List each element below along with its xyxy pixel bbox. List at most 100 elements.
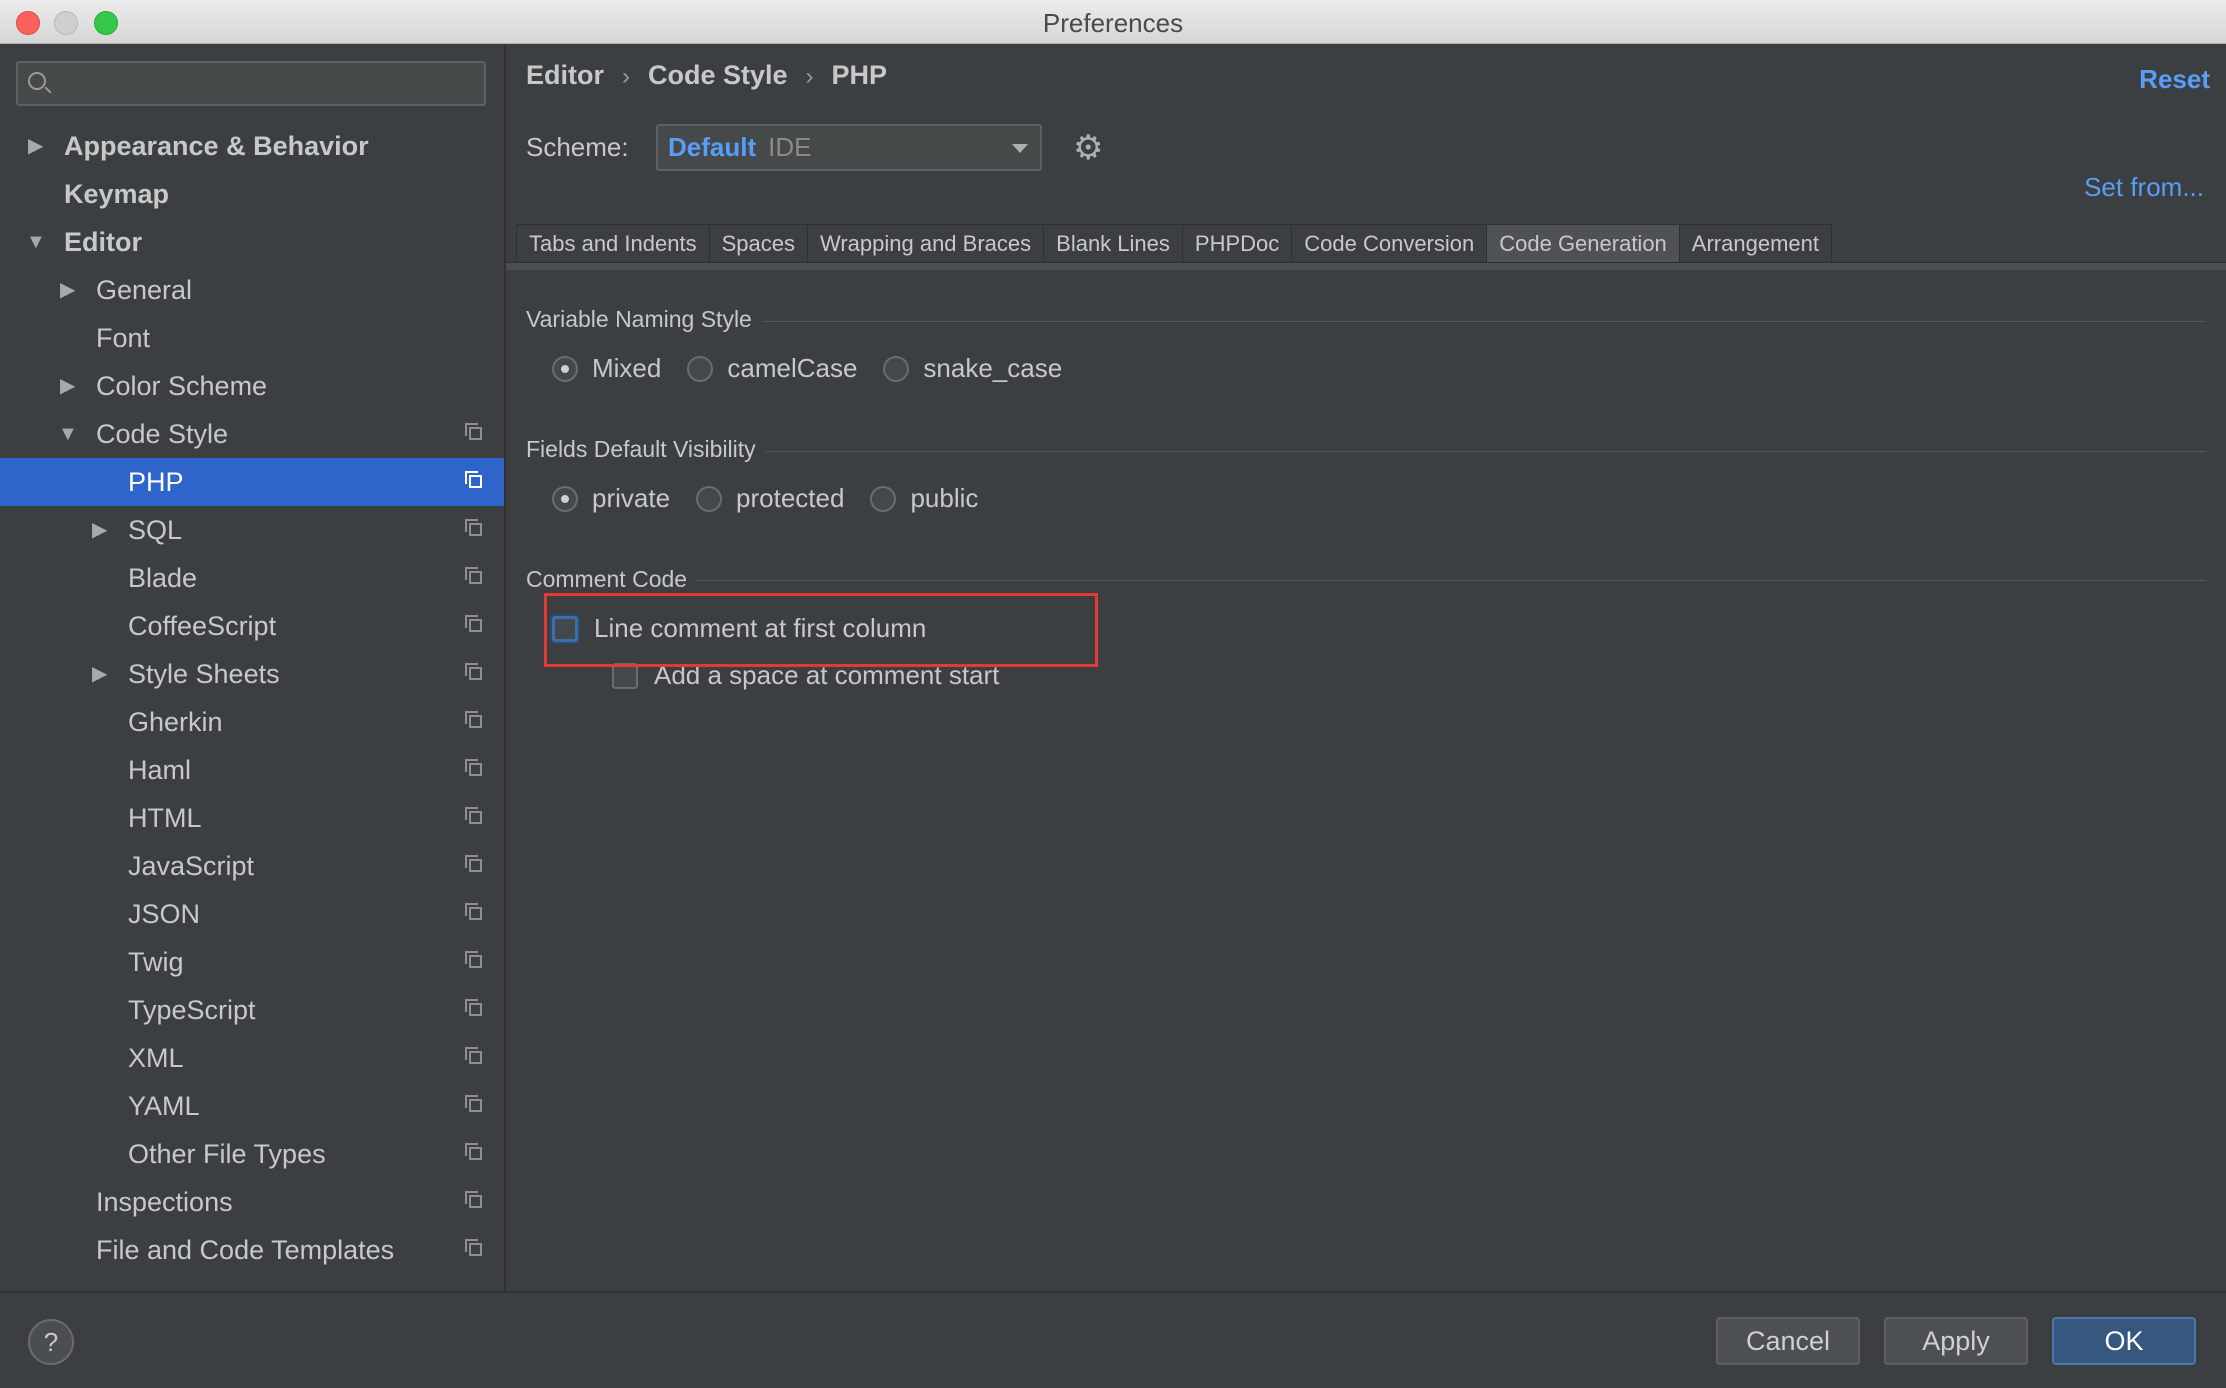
project-scope-icon	[465, 1143, 482, 1160]
sidebar-item-label: Blade	[128, 563, 198, 593]
scheme-suffix: IDE	[768, 132, 812, 162]
sidebar-item-gherkin[interactable]: Gherkin	[0, 698, 504, 746]
sidebar-item-label: Twig	[128, 947, 184, 977]
collapse-arrow-icon[interactable]: ▼	[58, 410, 78, 458]
expand-arrow-icon[interactable]: ▶	[92, 506, 107, 554]
fields-visibility-title: Fields Default Visibility	[526, 436, 766, 463]
sidebar-item-other-file-types[interactable]: Other File Types	[0, 1130, 504, 1178]
dialog-footer: ? Cancel Apply OK	[0, 1291, 2226, 1388]
sidebar-item-xml[interactable]: XML	[0, 1034, 504, 1082]
radio-private[interactable]	[552, 485, 578, 512]
window-title: Preferences	[1042, 8, 1184, 38]
sidebar-item-style-sheets[interactable]: ▶ Style Sheets	[0, 650, 504, 698]
help-button[interactable]: ?	[28, 1319, 74, 1365]
tab-arrangement[interactable]: Arrangement	[1678, 224, 1832, 263]
gear-icon[interactable]: ⚙	[1073, 128, 1103, 168]
radio-snake-case[interactable]	[883, 355, 910, 382]
sidebar-item-file-code-templates[interactable]: File and Code Templates	[0, 1226, 504, 1274]
radio-label: snake_case	[923, 353, 1063, 383]
sidebar-item-php[interactable]: PHP	[0, 458, 504, 506]
sidebar-item-label: Appearance & Behavior	[64, 131, 369, 161]
project-scope-icon	[465, 807, 482, 824]
tab-blank-lines[interactable]: Blank Lines	[1043, 224, 1183, 263]
radio-label: Mixed	[592, 353, 662, 383]
search-icon	[28, 72, 46, 90]
sidebar-item-inspections[interactable]: Inspections	[0, 1178, 504, 1226]
sidebar-item-font[interactable]: Font	[0, 314, 504, 362]
sidebar-item-typescript[interactable]: TypeScript	[0, 986, 504, 1034]
breadcrumb-item: PHP	[831, 60, 888, 90]
radio-camelcase[interactable]	[687, 355, 714, 382]
radio-protected[interactable]	[696, 485, 723, 512]
radio-mixed[interactable]	[552, 355, 578, 382]
collapse-arrow-icon[interactable]: ▼	[26, 218, 46, 266]
chevron-right-icon: ›	[805, 63, 814, 90]
sidebar-item-color-scheme[interactable]: ▶ Color Scheme	[0, 362, 504, 410]
sidebar-item-label: File and Code Templates	[96, 1235, 395, 1265]
project-scope-icon	[465, 1047, 482, 1064]
sidebar-item-label: Haml	[128, 755, 192, 785]
sidebar-item-javascript[interactable]: JavaScript	[0, 842, 504, 890]
title-bar: Preferences	[0, 0, 2226, 44]
ok-button[interactable]: OK	[2052, 1317, 2196, 1365]
project-scope-icon	[465, 1095, 482, 1112]
scheme-dropdown[interactable]: Default IDE	[656, 124, 1042, 171]
sidebar-item-label: JSON	[128, 899, 201, 929]
variable-naming-options: Mixed camelCase snake_case	[552, 353, 1088, 384]
sidebar-item-label: Font	[96, 323, 151, 353]
tab-spaces[interactable]: Spaces	[708, 224, 808, 263]
sidebar-item-blade[interactable]: Blade	[0, 554, 504, 602]
expand-arrow-icon[interactable]: ▶	[60, 266, 75, 314]
sidebar-item-appearance-behavior[interactable]: ▶ Appearance & Behavior	[0, 122, 504, 170]
sidebar-item-twig[interactable]: Twig	[0, 938, 504, 986]
sidebar-item-label: PHP	[128, 467, 184, 497]
expand-arrow-icon[interactable]: ▶	[60, 362, 75, 410]
search-input[interactable]	[16, 61, 486, 106]
sidebar-item-json[interactable]: JSON	[0, 890, 504, 938]
sidebar-item-coffeescript[interactable]: CoffeeScript	[0, 602, 504, 650]
sidebar-item-label: YAML	[128, 1091, 200, 1121]
project-scope-icon	[465, 999, 482, 1016]
project-scope-icon	[465, 423, 482, 440]
project-scope-icon	[465, 567, 482, 584]
project-scope-icon	[465, 855, 482, 872]
project-scope-icon	[465, 519, 482, 536]
tab-code-conversion[interactable]: Code Conversion	[1291, 224, 1488, 263]
tab-tabs-and-indents[interactable]: Tabs and Indents	[516, 224, 710, 263]
radio-label: protected	[736, 483, 845, 513]
variable-naming-title: Variable Naming Style	[526, 306, 762, 333]
radio-public[interactable]	[870, 485, 897, 512]
sidebar-item-editor[interactable]: ▼ Editor	[0, 218, 504, 266]
tab-wrapping-and-braces[interactable]: Wrapping and Braces	[806, 224, 1045, 263]
sidebar-item-label: SQL	[128, 515, 183, 545]
tab-phpdoc[interactable]: PHPDoc	[1181, 224, 1293, 263]
settings-tree: ▶ Appearance & Behavior Keymap ▼ Editor …	[0, 44, 506, 1291]
sidebar-item-label: Color Scheme	[96, 371, 268, 401]
sidebar-item-general[interactable]: ▶ General	[0, 266, 504, 314]
sidebar-item-label: JavaScript	[128, 851, 255, 881]
expand-arrow-icon[interactable]: ▶	[92, 650, 107, 698]
project-scope-icon	[465, 759, 482, 776]
tab-underline	[506, 262, 2226, 270]
expand-arrow-icon[interactable]: ▶	[28, 122, 43, 170]
sidebar-item-label: XML	[128, 1043, 184, 1073]
cancel-button[interactable]: Cancel	[1716, 1317, 1860, 1365]
apply-button[interactable]: Apply	[1884, 1317, 2028, 1365]
sidebar-item-label: Code Style	[96, 419, 229, 449]
sidebar-item-label: HTML	[128, 803, 202, 833]
sidebar-item-yaml[interactable]: YAML	[0, 1082, 504, 1130]
tab-code-generation[interactable]: Code Generation	[1486, 224, 1680, 263]
sidebar-item-label: Other File Types	[128, 1139, 326, 1169]
breadcrumb: Editor › Code Style › PHP	[526, 60, 887, 91]
breadcrumb-item: Editor	[526, 60, 604, 90]
sidebar-item-sql[interactable]: ▶ SQL	[0, 506, 504, 554]
reset-link[interactable]: Reset	[2139, 64, 2210, 95]
sidebar-item-keymap[interactable]: Keymap	[0, 170, 504, 218]
chevron-down-icon	[1012, 144, 1028, 153]
sidebar-item-html[interactable]: HTML	[0, 794, 504, 842]
project-scope-icon	[465, 711, 482, 728]
sidebar-item-code-style[interactable]: ▼ Code Style	[0, 410, 504, 458]
scheme-value: Default	[668, 132, 757, 162]
sidebar-item-haml[interactable]: Haml	[0, 746, 504, 794]
set-from-link[interactable]: Set from...	[2084, 172, 2204, 203]
